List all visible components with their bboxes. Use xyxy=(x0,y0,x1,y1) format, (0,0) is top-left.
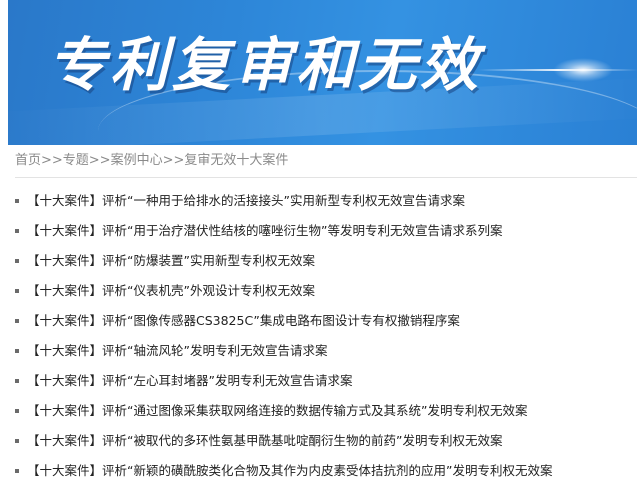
bullet-icon xyxy=(15,289,19,293)
case-link[interactable]: 【十大案件】评析“通过图像采集获取网络连接的数据传输方式及其系统”发明专利权无效… xyxy=(27,396,527,426)
list-item[interactable]: 【十大案件】评析“防爆装置”实用新型专利权无效案 xyxy=(0,246,643,276)
case-link[interactable]: 【十大案件】评析“左心耳封堵器”发明专利无效宣告请求案 xyxy=(27,366,352,396)
bullet-icon xyxy=(15,319,19,323)
case-link[interactable]: 【十大案件】评析“轴流风轮”发明专利无效宣告请求案 xyxy=(27,336,327,366)
case-link[interactable]: 【十大案件】评析“图像传感器CS3825C”集成电路布图设计专有权撤销程序案 xyxy=(27,306,460,336)
case-link[interactable]: 【十大案件】评析“防爆装置”实用新型专利权无效案 xyxy=(27,246,315,276)
bullet-icon xyxy=(15,259,19,263)
list-item[interactable]: 【十大案件】评析“图像传感器CS3825C”集成电路布图设计专有权撤销程序案 xyxy=(0,306,643,336)
bullet-icon xyxy=(15,469,19,473)
header-banner: 专利复审和无效 xyxy=(8,0,637,145)
bullet-icon xyxy=(15,409,19,413)
list-item[interactable]: 【十大案件】评析“通过图像采集获取网络连接的数据传输方式及其系统”发明专利权无效… xyxy=(0,396,643,426)
list-item[interactable]: 【十大案件】评析“轴流风轮”发明专利无效宣告请求案 xyxy=(0,336,643,366)
list-item[interactable]: 【十大案件】评析“仪表机壳”外观设计专利权无效案 xyxy=(0,276,643,306)
case-list: 【十大案件】评析“一种用于给排水的活接接头”实用新型专利权无效宣告请求案 【十大… xyxy=(0,186,643,486)
case-link[interactable]: 【十大案件】评析“用于治疗潜伏性结核的噻唑衍生物”等发明专利无效宣告请求系列案 xyxy=(27,216,502,246)
case-link[interactable]: 【十大案件】评析“被取代的多环性氨基甲酰基吡啶酮衍生物的前药”发明专利权无效案 xyxy=(27,426,502,456)
case-link[interactable]: 【十大案件】评析“一种用于给排水的活接接头”实用新型专利权无效宣告请求案 xyxy=(27,186,465,216)
list-item[interactable]: 【十大案件】评析“被取代的多环性氨基甲酰基吡啶酮衍生物的前药”发明专利权无效案 xyxy=(0,426,643,456)
list-item[interactable]: 【十大案件】评析“用于治疗潜伏性结核的噻唑衍生物”等发明专利无效宣告请求系列案 xyxy=(0,216,643,246)
bullet-icon xyxy=(15,349,19,353)
bullet-icon xyxy=(15,199,19,203)
banner-title: 专利复审和无效 xyxy=(48,31,483,99)
bullet-icon xyxy=(15,439,19,443)
banner-flare-icon xyxy=(553,58,613,82)
bullet-icon xyxy=(15,229,19,233)
list-item[interactable]: 【十大案件】评析“左心耳封堵器”发明专利无效宣告请求案 xyxy=(0,366,643,396)
breadcrumb-text[interactable]: 首页>>专题>>案例中心>>复审无效十大案件 xyxy=(15,153,288,168)
case-link[interactable]: 【十大案件】评析“仪表机壳”外观设计专利权无效案 xyxy=(27,276,315,306)
bullet-icon xyxy=(15,379,19,383)
case-link[interactable]: 【十大案件】评析“新颖的磺酰胺类化合物及其作为内皮素受体拮抗剂的应用”发明专利权… xyxy=(27,456,552,486)
list-item[interactable]: 【十大案件】评析“一种用于给排水的活接接头”实用新型专利权无效宣告请求案 xyxy=(0,186,643,216)
list-item[interactable]: 【十大案件】评析“新颖的磺酰胺类化合物及其作为内皮素受体拮抗剂的应用”发明专利权… xyxy=(0,456,643,486)
breadcrumb: 首页>>专题>>案例中心>>复审无效十大案件 xyxy=(15,151,637,178)
